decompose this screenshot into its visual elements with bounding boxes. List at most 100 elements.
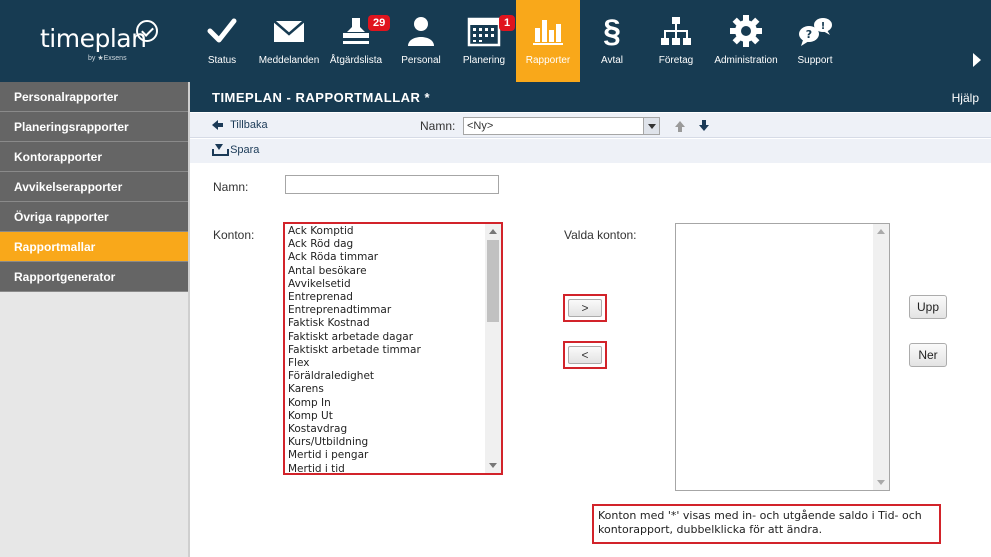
move-up-arrow-icon[interactable] bbox=[675, 121, 685, 133]
save-label: Spara bbox=[230, 144, 260, 156]
nav-support[interactable]: ?! Support bbox=[792, 0, 838, 82]
list-item[interactable]: Avvikelsetid bbox=[288, 278, 483, 291]
list-item[interactable]: Entreprenadtimmar bbox=[288, 304, 483, 317]
nav-personal-label: Personal bbox=[401, 55, 441, 66]
list-item[interactable]: Antal besökare bbox=[288, 265, 483, 278]
scroll-up-icon[interactable] bbox=[877, 229, 885, 234]
list-item[interactable]: Komp Ut bbox=[288, 410, 483, 423]
sidebar-item-rapportgenerator[interactable]: Rapportgenerator bbox=[0, 262, 188, 292]
list-item[interactable]: Ack Röda timmar bbox=[288, 251, 483, 264]
list-item[interactable]: Faktiskt arbetade dagar bbox=[288, 331, 483, 344]
nav-meddelanden-label: Meddelanden bbox=[258, 55, 320, 66]
logo-check-icon bbox=[136, 20, 158, 42]
add-account-label: > bbox=[568, 299, 602, 317]
nav-scroll-right-icon[interactable] bbox=[973, 53, 981, 67]
scroll-thumb[interactable] bbox=[487, 240, 499, 322]
nav-support-label: Support bbox=[797, 55, 833, 66]
nav-atgardslista[interactable]: 29 Åtgärdslista bbox=[326, 0, 391, 82]
add-account-button[interactable]: > bbox=[563, 294, 607, 322]
svg-text:!: ! bbox=[821, 21, 826, 32]
scroll-down-icon[interactable] bbox=[489, 463, 497, 468]
save-download-icon bbox=[212, 144, 229, 157]
nav-rapporter[interactable]: Rapporter bbox=[516, 0, 580, 82]
back-button[interactable]: Tillbaka bbox=[212, 119, 268, 131]
selected-accounts-listbox[interactable] bbox=[675, 223, 890, 491]
list-item[interactable]: Flex bbox=[288, 357, 483, 370]
checkmark-icon bbox=[207, 18, 237, 43]
nav-administration-label: Administration bbox=[714, 55, 778, 66]
move-up-button[interactable]: Upp bbox=[909, 295, 947, 319]
list-item[interactable]: Mertid i tid bbox=[288, 463, 483, 473]
help-link[interactable]: Hjälp bbox=[952, 91, 979, 105]
nav-foretag-label: Företag bbox=[658, 55, 694, 66]
nav-rapporter-label: Rapporter bbox=[525, 55, 571, 66]
sidebar-item-planeringsrapporter[interactable]: Planeringsrapporter bbox=[0, 112, 188, 142]
accounts-scrollbar[interactable] bbox=[485, 224, 501, 473]
bar-chart-icon bbox=[533, 20, 563, 45]
move-down-button[interactable]: Ner bbox=[909, 343, 947, 367]
toolbar-top: Tillbaka Namn: <Ny> bbox=[190, 113, 991, 138]
nav-foretag[interactable]: Företag bbox=[650, 0, 702, 82]
list-item[interactable]: Komp In bbox=[288, 397, 483, 410]
page-title-bar: TIMEPLAN - RAPPORTMALLAR * Hjälp bbox=[190, 82, 991, 112]
chevron-down-icon bbox=[643, 118, 659, 134]
paragraph-icon: § bbox=[603, 13, 621, 49]
template-name-label: Namn: bbox=[420, 119, 456, 133]
person-icon bbox=[408, 17, 434, 46]
svg-text:?: ? bbox=[806, 28, 812, 41]
selected-accounts-label: Valda konton: bbox=[564, 228, 637, 242]
nav-status-label: Status bbox=[207, 55, 237, 66]
remove-account-button[interactable]: < bbox=[563, 341, 607, 369]
nav-status[interactable]: Status bbox=[201, 0, 243, 82]
nav-meddelanden[interactable]: Meddelanden bbox=[256, 0, 322, 82]
list-item[interactable]: Föräldraledighet bbox=[288, 370, 483, 383]
planering-badge: 1 bbox=[499, 15, 516, 31]
scroll-down-icon[interactable] bbox=[877, 480, 885, 485]
list-item[interactable]: Karens bbox=[288, 383, 483, 396]
list-item[interactable]: Ack Röd dag bbox=[288, 238, 483, 251]
top-navigation-bar: timeplan by ★Exsens Status Meddelanden 2… bbox=[0, 0, 991, 82]
move-down-arrow-icon[interactable] bbox=[699, 120, 709, 132]
nav-atgardslista-label: Åtgärdslista bbox=[329, 55, 383, 66]
timeplan-logo[interactable]: timeplan by ★Exsens bbox=[40, 20, 158, 62]
nav-avtal[interactable]: § Avtal bbox=[590, 0, 634, 82]
sidebar: Personalrapporter Planeringsrapporter Ko… bbox=[0, 82, 190, 557]
save-button[interactable]: Spara bbox=[212, 144, 260, 157]
template-select-value: <Ny> bbox=[467, 120, 494, 132]
accounts-label: Konton: bbox=[213, 228, 255, 242]
scroll-up-icon[interactable] bbox=[489, 229, 497, 234]
back-label: Tillbaka bbox=[230, 119, 268, 131]
sidebar-item-rapportmallar[interactable]: Rapportmallar bbox=[0, 232, 188, 262]
nav-planering[interactable]: 1 Planering bbox=[459, 0, 516, 82]
toolbar-save: Spara bbox=[190, 139, 991, 163]
nav-planering-label: Planering bbox=[462, 55, 506, 66]
org-chart-icon bbox=[661, 17, 691, 45]
logo-byline: by ★Exsens bbox=[88, 55, 127, 62]
remove-account-label: < bbox=[568, 346, 602, 364]
info-note: Konton med '*' visas med in- och utgåend… bbox=[592, 504, 941, 544]
atgardslista-badge: 29 bbox=[368, 15, 391, 31]
sidebar-item-kontorapporter[interactable]: Kontorapporter bbox=[0, 142, 188, 172]
name-input[interactable] bbox=[285, 175, 499, 194]
sidebar-item-ovriga-rapporter[interactable]: Övriga rapporter bbox=[0, 202, 188, 232]
accounts-listbox[interactable]: Ack Komptid Ack Röd dag Ack Röda timmar … bbox=[283, 222, 503, 475]
list-item[interactable]: Mertid i pengar bbox=[288, 449, 483, 462]
gear-icon bbox=[730, 15, 762, 47]
calendar-icon bbox=[467, 17, 501, 47]
sidebar-item-personalrapporter[interactable]: Personalrapporter bbox=[0, 82, 188, 112]
accounts-list: Ack Komptid Ack Röd dag Ack Röda timmar … bbox=[288, 225, 483, 473]
list-item[interactable]: Entreprenad bbox=[288, 291, 483, 304]
list-item[interactable]: Faktisk Kostnad bbox=[288, 317, 483, 330]
nav-administration[interactable]: Administration bbox=[710, 0, 782, 82]
name-field-label: Namn: bbox=[213, 180, 249, 194]
list-item[interactable]: Kostavdrag bbox=[288, 423, 483, 436]
list-item[interactable]: Ack Komptid bbox=[288, 225, 483, 238]
back-arrow-icon bbox=[212, 120, 223, 131]
selected-accounts-scrollbar[interactable] bbox=[873, 224, 889, 490]
list-item[interactable]: Faktiskt arbetade timmar bbox=[288, 344, 483, 357]
envelope-icon bbox=[273, 20, 305, 42]
template-select[interactable]: <Ny> bbox=[463, 117, 660, 135]
nav-personal[interactable]: Personal bbox=[399, 0, 443, 82]
list-item[interactable]: Kurs/Utbildning bbox=[288, 436, 483, 449]
sidebar-item-avvikelserapporter[interactable]: Avvikelserapporter bbox=[0, 172, 188, 202]
